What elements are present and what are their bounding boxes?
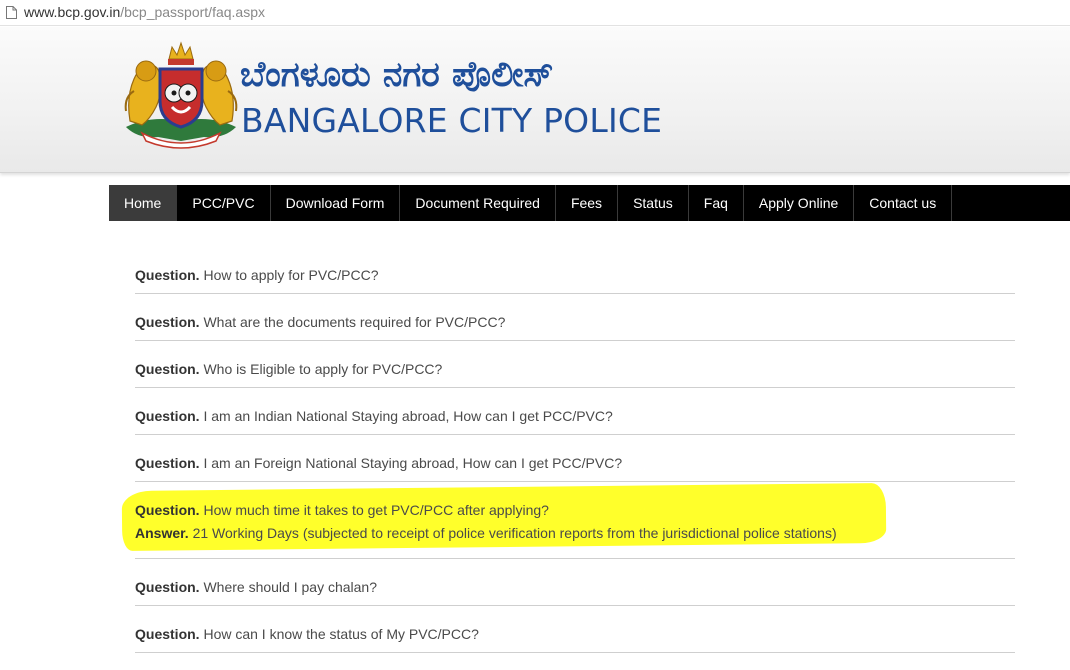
faq-list: Question. How to apply for PVC/PCC? Ques… [135,247,1015,653]
nav-contact-us[interactable]: Contact us [854,185,953,221]
faq-question: Question. I am an Indian National Stayin… [135,408,613,424]
faq-item[interactable]: Question. How can I know the status of M… [135,606,1015,653]
question-prefix: Question. [135,267,200,283]
question-text: I am an Indian National Staying abroad, … [203,408,613,424]
question-prefix: Question. [135,361,200,377]
faq-question: Question. Where should I pay chalan? [135,579,377,595]
site-title-english: BANGALORE CITY POLICE [241,101,663,140]
browser-address-bar[interactable]: www.bcp.gov.in/bcp_passport/faq.aspx [0,0,1070,26]
faq-item-expanded[interactable]: Question. How much time it takes to get … [135,482,1015,559]
question-prefix: Question. [135,455,200,471]
faq-question: Question. How can I know the status of M… [135,626,479,642]
karnataka-emblem-icon[interactable] [120,41,242,149]
faq-question: Question. What are the documents require… [135,314,505,330]
question-text: How to apply for PVC/PCC? [203,267,379,283]
question-prefix: Question. [135,314,200,330]
faq-question: Question. I am an Foreign National Stayi… [135,455,622,471]
faq-item[interactable]: Question. How to apply for PVC/PCC? [135,247,1015,294]
site-title-kannada: ಬೆಂಗಳೂರು ನಗರ ಪೊಲೀಸ್ [240,55,554,95]
question-text: How much time it takes to get PVC/PCC af… [203,502,549,518]
question-prefix: Question. [135,626,200,642]
page-icon [6,6,17,19]
answer-text: 21 Working Days (subjected to receipt of… [192,525,837,541]
nav-download-form[interactable]: Download Form [271,185,401,221]
faq-item[interactable]: Question. Where should I pay chalan? [135,559,1015,606]
url-text[interactable]: www.bcp.gov.in/bcp_passport/faq.aspx [24,4,265,20]
question-text: How can I know the status of My PVC/PCC? [203,626,479,642]
nav-home[interactable]: Home [109,185,178,221]
nav-faq[interactable]: Faq [689,185,744,221]
nav-apply-online[interactable]: Apply Online [744,185,855,221]
main-nav: Home PCC/PVC Download Form Document Requ… [109,185,1070,221]
faq-question: Question. How much time it takes to get … [135,502,549,518]
question-text: I am an Foreign National Staying abroad,… [203,455,623,471]
question-prefix: Question. [135,579,200,595]
faq-item[interactable]: Question. What are the documents require… [135,294,1015,341]
question-prefix: Question. [135,502,200,518]
nav-document-required[interactable]: Document Required [400,185,556,221]
url-path: /bcp_passport/faq.aspx [120,4,265,20]
faq-item[interactable]: Question. I am an Indian National Stayin… [135,388,1015,435]
question-text: What are the documents required for PVC/… [203,314,506,330]
nav-fees[interactable]: Fees [556,185,619,221]
question-text: Where should I pay chalan? [203,579,378,595]
faq-answer: Answer. 21 Working Days (subjected to re… [135,525,837,541]
nav-status[interactable]: Status [618,185,689,221]
answer-prefix: Answer. [135,525,189,541]
faq-question: Question. How to apply for PVC/PCC? [135,267,379,283]
site-header: ಬೆಂಗಳೂರು ನಗರ ಪೊಲೀಸ್ BANGALORE CITY POLIC… [0,27,1070,173]
faq-item[interactable]: Question. Who is Eligible to apply for P… [135,341,1015,388]
faq-item[interactable]: Question. I am an Foreign National Stayi… [135,435,1015,482]
nav-pcc-pvc[interactable]: PCC/PVC [177,185,271,221]
url-host: www.bcp.gov.in [24,4,121,20]
question-prefix: Question. [135,408,200,424]
question-text: Who is Eligible to apply for PVC/PCC? [203,361,443,377]
faq-question: Question. Who is Eligible to apply for P… [135,361,442,377]
